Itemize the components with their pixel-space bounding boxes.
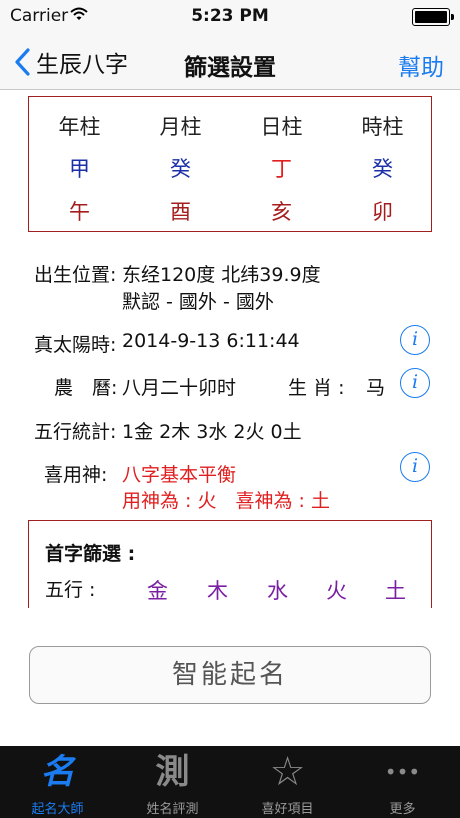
tab-more[interactable]: ••• 更多 xyxy=(345,746,460,818)
first-char-title: 首字篩選 : xyxy=(45,543,136,565)
four-pillars-box: 年柱 甲 午 月柱 癸 酉 日柱 丁 亥 時柱 癸 卯 xyxy=(28,96,432,232)
zodiac-label: 生 肖 : xyxy=(288,377,345,399)
first-char-filter-box: 首字篩選 : 五行 : 金 木 水 火 土 xyxy=(28,520,432,608)
tab-favorites[interactable]: ☆ 喜好項目 xyxy=(230,746,345,818)
lunar-info-icon[interactable]: i xyxy=(400,368,430,398)
lunar-value: 八月二十卯时 xyxy=(122,377,237,399)
clock: 5:23 PM xyxy=(191,6,269,26)
wuxing-stats-label: 五行統計: xyxy=(34,421,117,443)
pillar-header: 年柱 xyxy=(58,115,101,139)
pillar-stem: 癸 xyxy=(372,157,393,181)
pillar-branch: 午 xyxy=(69,200,90,224)
zodiac-value: 马 xyxy=(366,377,386,399)
tab-label: 喜好項目 xyxy=(261,802,314,817)
smart-naming-button[interactable]: 智能起名 xyxy=(29,646,431,704)
measure-glyph-icon: 測 xyxy=(155,752,190,792)
solar-time-info-icon[interactable]: i xyxy=(400,325,430,355)
tab-label: 更多 xyxy=(389,802,416,817)
pillar-day: 日柱 丁 亥 xyxy=(231,97,332,226)
solar-time-value: 2014-9-13 6:11:44 xyxy=(122,330,300,352)
favorable-balance: 八字基本平衡 xyxy=(122,464,237,486)
star-icon: ☆ xyxy=(269,749,306,795)
pillar-month: 月柱 癸 酉 xyxy=(130,97,231,226)
pillar-header: 時柱 xyxy=(361,115,404,139)
pillar-stem: 甲 xyxy=(69,157,90,181)
pillar-branch: 卯 xyxy=(372,200,393,224)
birth-place-label: 出生位置: xyxy=(34,264,117,286)
status-bar: Carrier 5:23 PM xyxy=(0,0,460,34)
tab-label: 起名大師 xyxy=(31,802,84,817)
help-button[interactable]: 幫助 xyxy=(398,48,444,82)
birth-place-coords: 东经120度 北纬39.9度 xyxy=(122,264,321,286)
pillar-stem: 丁 xyxy=(271,157,292,181)
pillar-header: 日柱 xyxy=(260,115,303,139)
chevron-left-icon xyxy=(15,48,30,76)
favorable-label: 喜用神: xyxy=(44,464,108,486)
favorable-detail: 用神為 : 火 喜神為 : 土 xyxy=(122,490,330,512)
element-wood-button[interactable]: 木 xyxy=(207,575,228,605)
solar-time-label: 真太陽時: xyxy=(34,334,117,356)
tab-naming-master[interactable]: 名 起名大師 xyxy=(0,746,115,818)
element-metal-button[interactable]: 金 xyxy=(147,575,168,605)
back-button[interactable]: 生辰八字 xyxy=(14,44,128,80)
wuxing-stats-value: 1金 2木 3水 2火 0土 xyxy=(122,421,302,443)
navigation-bar: 生辰八字 篩選設置 幫助 xyxy=(0,34,460,90)
wuxing-label: 五行 : xyxy=(45,579,96,601)
pillar-stem: 癸 xyxy=(170,157,191,181)
favorable-info-icon[interactable]: i xyxy=(400,452,430,482)
pillar-header: 月柱 xyxy=(159,115,202,139)
element-earth-button[interactable]: 土 xyxy=(385,575,406,605)
birth-place-region: 默認 - 國外 - 國外 xyxy=(122,291,274,313)
element-water-button[interactable]: 水 xyxy=(267,575,288,605)
tab-name-evaluation[interactable]: 測 姓名評測 xyxy=(115,746,230,818)
element-fire-button[interactable]: 火 xyxy=(326,575,347,605)
name-glyph-icon: 名 xyxy=(40,752,75,792)
pillar-hour: 時柱 癸 卯 xyxy=(332,97,433,226)
pillar-branch: 亥 xyxy=(271,200,292,224)
battery-icon xyxy=(412,8,454,26)
tab-bar: 名 起名大師 測 姓名評測 ☆ 喜好項目 ••• 更多 xyxy=(0,746,460,818)
pillar-branch: 酉 xyxy=(170,200,191,224)
pillar-year: 年柱 甲 午 xyxy=(29,97,130,226)
more-dots-icon: ••• xyxy=(384,760,421,784)
lunar-label: 農 曆: xyxy=(54,377,118,399)
back-button-label: 生辰八字 xyxy=(36,52,128,78)
tab-label: 姓名評測 xyxy=(146,802,199,817)
